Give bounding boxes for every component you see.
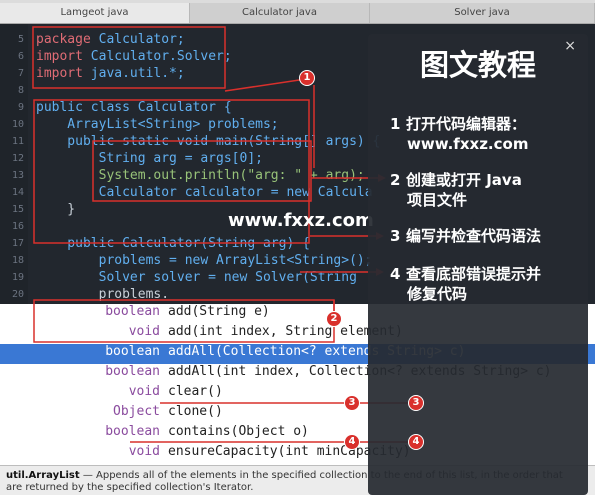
step-text: 编写并检查代码语法: [406, 227, 542, 245]
highlight-box: [92, 140, 312, 202]
screenshot: Lamgeot java Calculator java Solver java…: [0, 0, 595, 495]
highlight-box: [32, 26, 226, 89]
step-number: 3: [390, 227, 401, 245]
annotation-line: [224, 78, 307, 92]
step-badge-4-end: 4: [408, 434, 424, 450]
step-badge-3: 3: [344, 395, 360, 411]
step-1: 1 打开代码编辑器： www.fxxz.com: [390, 114, 528, 154]
step-badge-2: 2: [326, 311, 342, 327]
step-3: 3 编写并检查代码语法: [390, 226, 541, 246]
step-badge-4: 4: [344, 434, 360, 450]
step-subtext: 修复代码: [407, 285, 468, 303]
step-4: 4 查看底部错误提示并 修复代码: [390, 264, 541, 304]
step-number: 1: [390, 115, 401, 133]
step-text: 打开代码编辑器：: [406, 115, 527, 133]
highlight-box: [33, 299, 335, 343]
watermark-url: www.fxxz.com: [228, 210, 374, 231]
step-badge-3-end: 3: [408, 395, 424, 411]
step-subtext: 项目文件: [407, 191, 468, 209]
step-number: 4: [390, 265, 401, 283]
step-subtext: www.fxxz.com: [407, 135, 529, 153]
step-text: 创建或打开 Java: [406, 171, 522, 189]
step-2: 2 创建或打开 Java 项目文件: [390, 170, 522, 210]
tutorial-panel: × 图文教程 1 打开代码编辑器： www.fxxz.com 2 创建或打开 Java…: [368, 34, 588, 495]
step-text: 查看底部错误提示并: [406, 265, 542, 283]
step-number: 2: [390, 171, 401, 189]
panel-title: 图文教程: [419, 48, 536, 82]
step-badge-1: 1: [299, 70, 315, 86]
